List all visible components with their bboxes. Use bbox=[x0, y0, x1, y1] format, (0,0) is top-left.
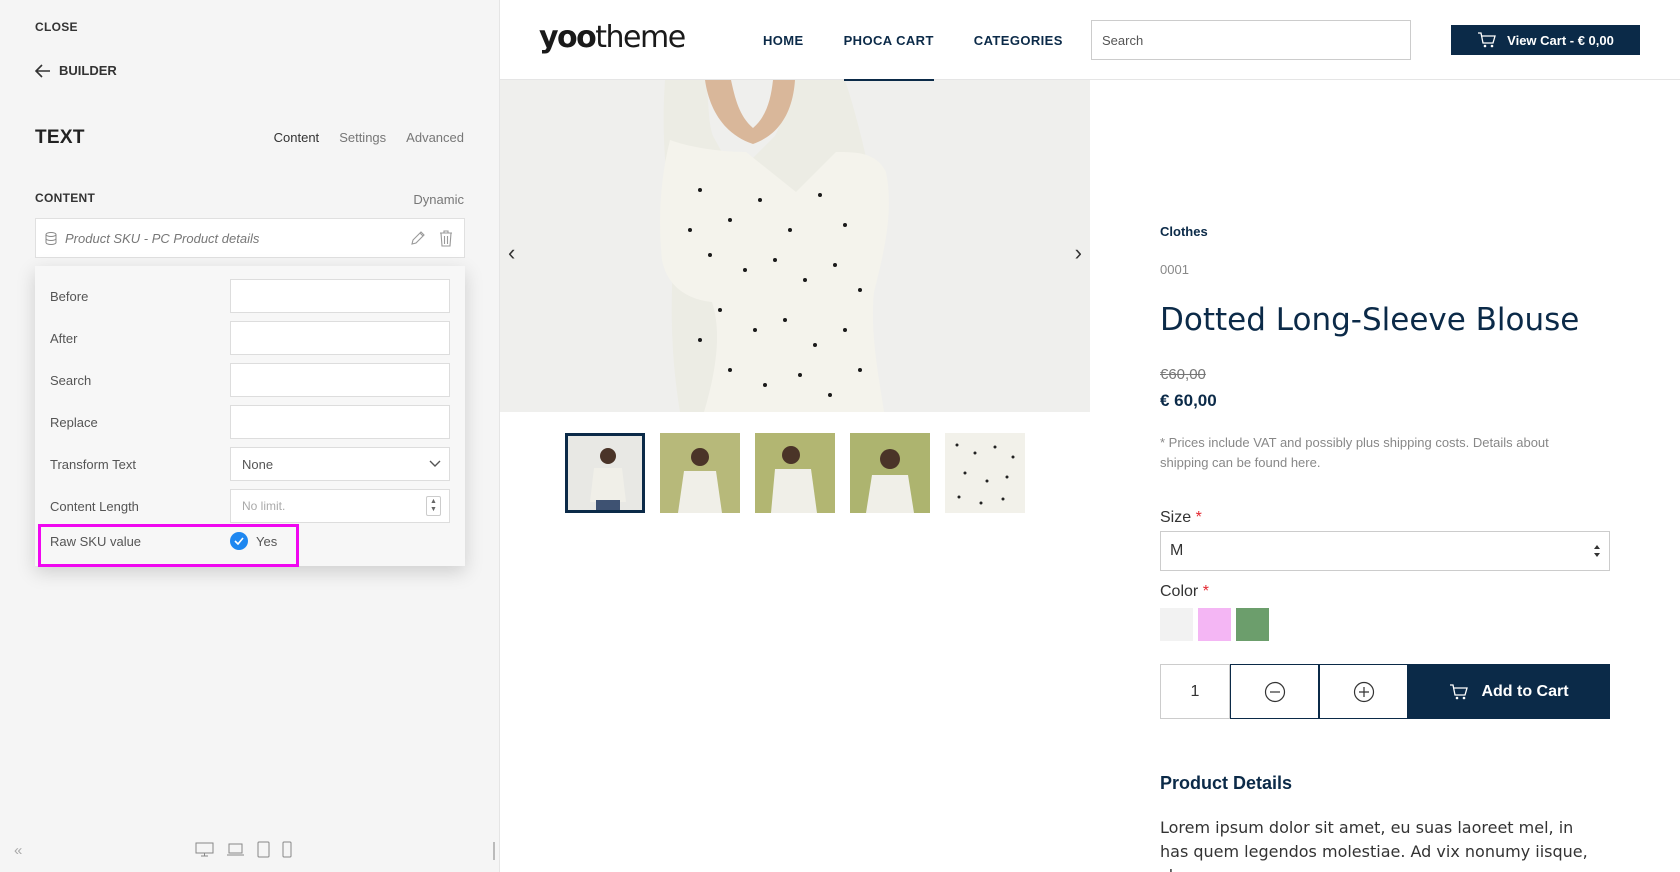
transform-label: Transform Text bbox=[50, 456, 136, 472]
replace-row: Replace bbox=[35, 405, 465, 439]
nav-item-categories[interactable]: CATEGORIES bbox=[954, 0, 1083, 80]
nav-item-phoca-cart[interactable]: PHOCA CART bbox=[824, 0, 954, 81]
minus-circle-icon bbox=[1264, 681, 1285, 702]
cart-icon bbox=[1478, 32, 1497, 48]
arrow-left-icon bbox=[35, 63, 50, 78]
trash-icon bbox=[440, 230, 452, 247]
site-logo[interactable]: yootheme bbox=[539, 20, 686, 55]
increase-quantity-button[interactable] bbox=[1319, 664, 1408, 719]
thumbnail[interactable] bbox=[660, 433, 740, 513]
product-title: Dotted Long-Sleeve Blouse bbox=[1160, 302, 1580, 338]
tablet-icon[interactable] bbox=[257, 841, 270, 858]
back-to-builder-button[interactable]: BUILDER bbox=[35, 63, 117, 78]
thumbnail[interactable] bbox=[850, 433, 930, 513]
highlight-box bbox=[38, 524, 299, 567]
color-swatch-green[interactable] bbox=[1236, 608, 1269, 641]
content-length-label: Content Length bbox=[50, 498, 139, 514]
source-value: Product SKU - PC Product details bbox=[65, 230, 260, 246]
laptop-icon[interactable] bbox=[226, 843, 245, 856]
collapse-sidebar-icon[interactable]: « bbox=[14, 842, 22, 859]
transform-row: Transform Text None bbox=[35, 447, 465, 481]
site-preview: yootheme HOME PHOCA CART CATEGORIES View… bbox=[500, 0, 1680, 872]
after-row: After bbox=[35, 321, 465, 355]
search-label: Search bbox=[50, 372, 92, 388]
plus-circle-icon bbox=[1353, 681, 1374, 702]
slider-next-icon[interactable]: › bbox=[1075, 240, 1082, 266]
transform-select[interactable]: None bbox=[230, 447, 450, 481]
panel-title: TEXT bbox=[35, 127, 85, 148]
search-row: Search bbox=[35, 363, 465, 397]
device-preview-switcher bbox=[195, 841, 292, 858]
quantity-input[interactable]: 1 bbox=[1160, 664, 1230, 719]
edit-source-button[interactable] bbox=[408, 228, 428, 248]
thumbnail[interactable] bbox=[565, 433, 645, 513]
product-sku: 0001 bbox=[1160, 262, 1189, 277]
view-cart-button[interactable]: View Cart - € 0,00 bbox=[1451, 25, 1640, 55]
tab-content[interactable]: Content bbox=[274, 130, 320, 145]
number-spinner-icon[interactable]: ▲ ▼ bbox=[426, 496, 441, 516]
before-row: Before bbox=[35, 279, 465, 313]
after-input[interactable] bbox=[230, 321, 450, 355]
search-field[interactable] bbox=[230, 363, 450, 397]
old-price: €60,00 bbox=[1160, 366, 1206, 383]
phone-icon[interactable] bbox=[282, 841, 292, 858]
chevron-down-icon bbox=[429, 460, 441, 467]
before-input[interactable] bbox=[230, 279, 450, 313]
current-price: € 60,00 bbox=[1160, 391, 1217, 410]
content-length-placeholder: No limit. bbox=[242, 499, 286, 513]
site-header: yootheme HOME PHOCA CART CATEGORIES View… bbox=[500, 0, 1680, 81]
product-image-slider[interactable]: ‹ › bbox=[500, 80, 1090, 412]
add-to-cart-button[interactable]: Add to Cart bbox=[1408, 664, 1610, 719]
nav-item-home[interactable]: HOME bbox=[743, 0, 824, 80]
transform-value: None bbox=[242, 456, 274, 472]
category-link[interactable]: Clothes bbox=[1160, 224, 1208, 239]
close-button[interactable]: CLOSE bbox=[35, 20, 78, 34]
builder-sidebar: CLOSE BUILDER TEXT Content Settings Adva… bbox=[0, 0, 500, 872]
sidebar-resize-handle[interactable] bbox=[493, 842, 495, 860]
pencil-icon bbox=[411, 231, 425, 245]
product-main-image bbox=[500, 80, 1090, 412]
tab-settings[interactable]: Settings bbox=[339, 130, 386, 145]
after-label: After bbox=[50, 330, 78, 346]
product-details-text: Lorem ipsum dolor sit amet, eu suas laor… bbox=[1160, 818, 1588, 872]
slider-prev-icon[interactable]: ‹ bbox=[508, 240, 515, 266]
delete-source-button[interactable] bbox=[436, 228, 456, 248]
view-cart-label: View Cart - € 0,00 bbox=[1507, 32, 1614, 48]
select-arrows-icon bbox=[1594, 545, 1600, 557]
desktop-icon[interactable] bbox=[195, 842, 214, 857]
product-details-title: Product Details bbox=[1160, 773, 1293, 793]
dynamic-source-field[interactable]: Product SKU - PC Product details bbox=[35, 218, 465, 258]
builder-label: BUILDER bbox=[59, 63, 117, 78]
thumbnail[interactable] bbox=[755, 433, 835, 513]
dynamic-label[interactable]: Dynamic bbox=[413, 192, 464, 207]
color-swatch-pink[interactable] bbox=[1198, 608, 1231, 641]
before-label: Before bbox=[50, 288, 89, 304]
content-length-row: Content Length No limit. ▲ ▼ bbox=[35, 489, 465, 523]
size-select[interactable]: M bbox=[1160, 531, 1610, 571]
add-to-cart-row: 1 Add to Cart bbox=[1160, 664, 1610, 719]
decrease-quantity-button[interactable] bbox=[1230, 664, 1319, 719]
replace-input[interactable] bbox=[230, 405, 450, 439]
color-swatch-white[interactable] bbox=[1160, 608, 1193, 641]
source-options-panel: Before After Search Replace Transform Te… bbox=[35, 266, 465, 566]
site-search-input[interactable] bbox=[1091, 20, 1411, 60]
main-nav: HOME PHOCA CART CATEGORIES bbox=[743, 0, 1083, 81]
vat-note: * Prices include VAT and possibly plus s… bbox=[1160, 435, 1549, 470]
panel-tabs: Content Settings Advanced bbox=[274, 130, 464, 145]
content-length-input[interactable]: No limit. ▲ ▼ bbox=[230, 489, 450, 523]
size-value: M bbox=[1170, 542, 1184, 559]
thumbnail[interactable] bbox=[945, 433, 1025, 513]
size-label: Size * bbox=[1160, 509, 1202, 526]
tab-advanced[interactable]: Advanced bbox=[406, 130, 464, 145]
replace-label: Replace bbox=[50, 414, 98, 430]
content-section-label: CONTENT bbox=[35, 191, 96, 205]
add-to-cart-label: Add to Cart bbox=[1481, 682, 1569, 700]
color-label: Color * bbox=[1160, 583, 1209, 600]
cart-icon bbox=[1450, 683, 1469, 699]
thumbnail-strip bbox=[565, 433, 1025, 513]
color-swatches bbox=[1160, 608, 1269, 641]
database-icon bbox=[45, 231, 57, 245]
